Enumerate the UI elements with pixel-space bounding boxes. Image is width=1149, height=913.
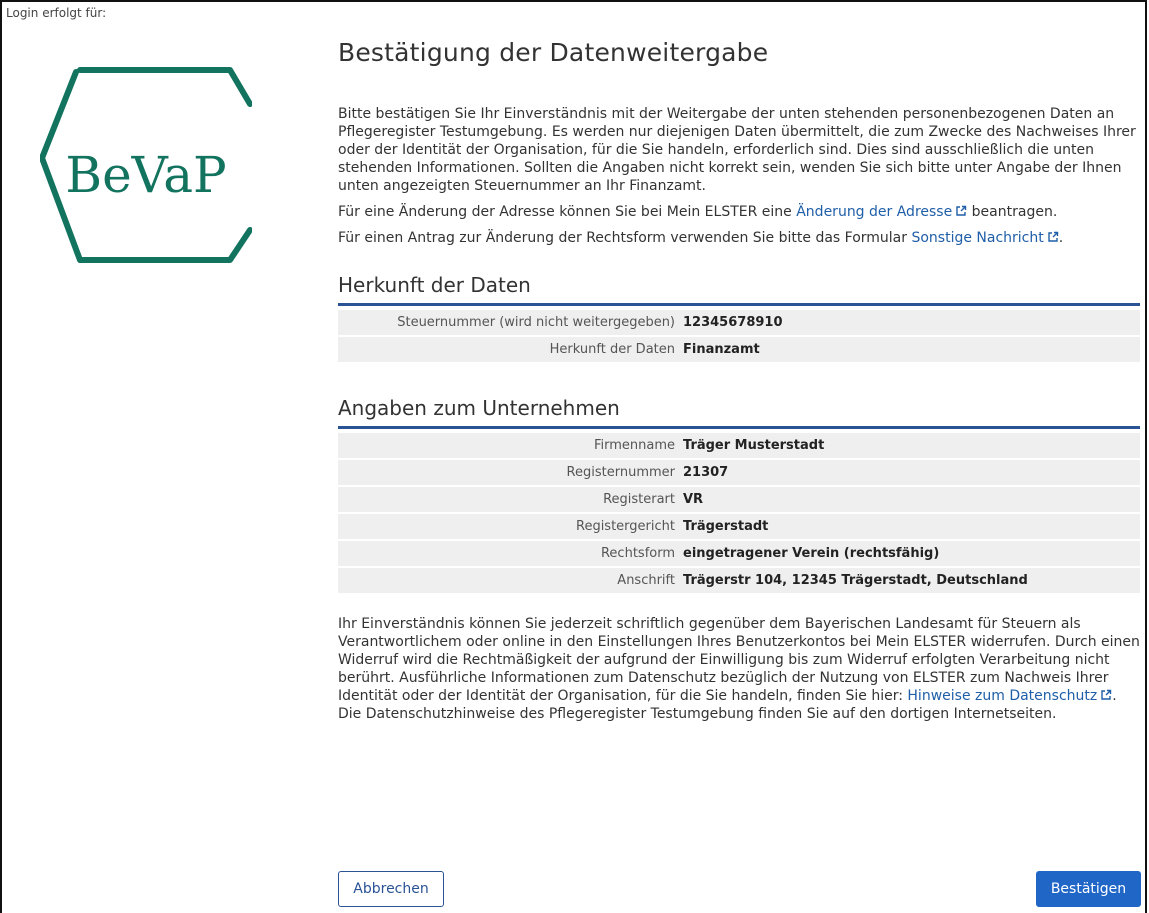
login-label: Login erfolgt für: bbox=[6, 6, 107, 20]
external-link-icon bbox=[956, 205, 967, 216]
table-row: Anschrift Trägerstr 104, 12345 Trägerstad… bbox=[338, 568, 1140, 593]
row-value: eingetragener Verein (rechtsfähig) bbox=[683, 546, 940, 561]
table-row: Herkunft der Daten Finanzamt bbox=[338, 337, 1140, 362]
row-value: Trägerstadt bbox=[683, 519, 769, 534]
row-value: Finanzamt bbox=[683, 342, 760, 357]
address-change-link-label: Änderung der Adresse bbox=[796, 204, 953, 220]
main-content: Bestätigung der Datenweitergabe Bitte be… bbox=[338, 38, 1140, 723]
row-label: Registerart bbox=[603, 492, 675, 507]
svg-text:BeVaP: BeVaP bbox=[65, 146, 226, 204]
address-change-link[interactable]: Änderung der Adresse bbox=[796, 204, 967, 220]
table-row: Registergericht Trägerstadt bbox=[338, 514, 1140, 539]
row-value: Trägerstr 104, 12345 Trägerstadt, Deutsc… bbox=[683, 573, 1028, 588]
row-label: Firmenname bbox=[593, 438, 675, 453]
sonstige-nachricht-link[interactable]: Sonstige Nachricht bbox=[911, 230, 1058, 246]
table-row: Registernummer 21307 bbox=[338, 460, 1140, 485]
legal-form-paragraph: Für einen Antrag zur Änderung der Rechts… bbox=[338, 229, 1140, 247]
privacy-notice-link[interactable]: Hinweise zum Datenschutz bbox=[907, 688, 1112, 704]
row-label: Anschrift bbox=[617, 573, 675, 588]
consent-revocation-paragraph: Ihr Einverständnis können Sie jederzeit … bbox=[338, 615, 1140, 723]
legal-form-after: . bbox=[1058, 230, 1064, 246]
row-value: VR bbox=[683, 492, 704, 507]
address-change-text: Für eine Änderung der Adresse können Sie… bbox=[338, 204, 797, 220]
section-title-unternehmen: Angaben zum Unternehmen bbox=[338, 396, 1140, 429]
row-label: Herkunft der Daten bbox=[549, 342, 675, 357]
address-change-after: beantragen. bbox=[967, 204, 1058, 220]
table-row: Firmenname Träger Musterstadt bbox=[338, 433, 1140, 458]
row-value: 12345678910 bbox=[683, 315, 783, 330]
row-label: Registernummer bbox=[566, 465, 675, 480]
bevap-logo: BeVaP bbox=[40, 67, 252, 263]
table-row: Registerart VR bbox=[338, 487, 1140, 512]
external-link-icon bbox=[1048, 231, 1058, 242]
row-label: Rechtsform bbox=[600, 546, 675, 561]
confirm-button[interactable]: Bestätigen bbox=[1036, 871, 1141, 907]
sonstige-nachricht-link-label: Sonstige Nachricht bbox=[911, 230, 1044, 246]
table-row: Steuernummer (wird nicht weitergegeben) 1… bbox=[338, 310, 1140, 335]
privacy-notice-link-label: Hinweise zum Datenschutz bbox=[907, 688, 1098, 704]
address-change-paragraph: Für eine Änderung der Adresse können Sie… bbox=[338, 203, 1140, 221]
external-link-icon bbox=[1101, 689, 1112, 700]
row-label: Registergericht bbox=[576, 519, 675, 534]
table-row: Rechtsform eingetragener Verein (rechtsfä… bbox=[338, 541, 1140, 566]
herkunft-table: Steuernummer (wird nicht weitergegeben) 1… bbox=[338, 310, 1140, 362]
page-title: Bestätigung der Datenweitergabe bbox=[338, 38, 769, 67]
unternehmen-table: Firmenname Träger Musterstadt Registernum… bbox=[338, 433, 1140, 593]
section-title-herkunft: Herkunft der Daten bbox=[338, 273, 1140, 306]
intro-paragraph: Bitte bestätigen Sie Ihr Einverständnis … bbox=[338, 106, 1136, 194]
legal-form-text: Für einen Antrag zur Änderung der Rechts… bbox=[338, 230, 912, 246]
row-value: 21307 bbox=[683, 465, 729, 480]
row-value: Träger Musterstadt bbox=[683, 438, 825, 453]
row-label: Steuernummer (wird nicht weitergegeben) bbox=[397, 315, 675, 330]
cancel-button[interactable]: Abbrechen bbox=[338, 871, 444, 907]
